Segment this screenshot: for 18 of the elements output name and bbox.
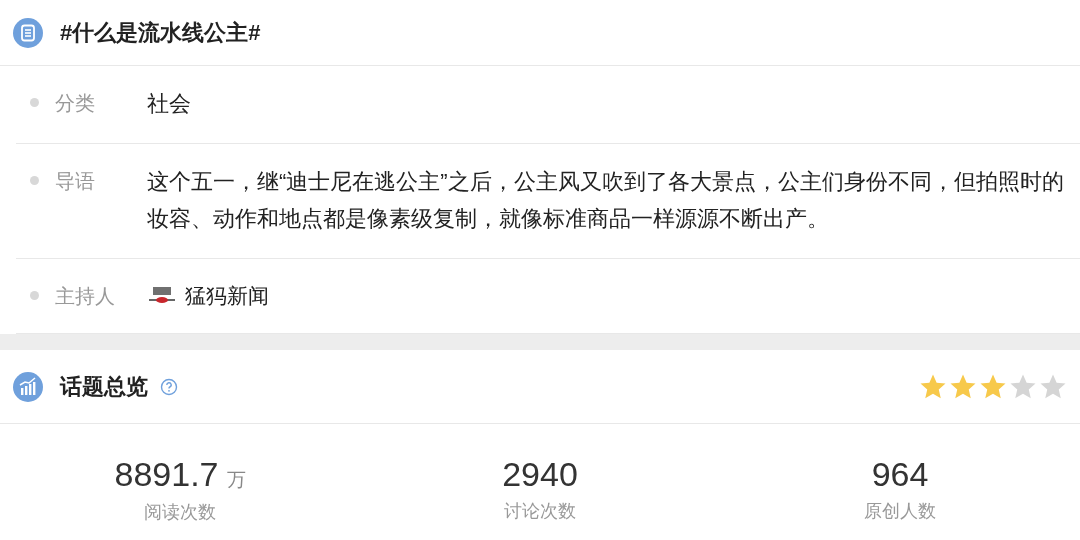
- row-value: 社会: [147, 90, 192, 118]
- row-label: 主持人: [55, 284, 116, 309]
- row-label: 分类: [55, 91, 96, 116]
- stat-label: 原创人数: [864, 500, 936, 523]
- row-value: 这个五一，继“迪士尼在逃公主”之后，公主风又吹到了各大景点，公主们身份不同，但拍照时的妆容、动作和地点都是像素级复制，就像标准商品一样源源不断出产。: [147, 168, 1065, 233]
- help-icon: [160, 377, 178, 396]
- stat-number: 2940: [502, 454, 578, 494]
- topic-title: #什么是流水线公主#: [60, 19, 261, 47]
- section-title: 话题总览: [60, 373, 148, 401]
- list-icon: [12, 16, 44, 49]
- stat-label: 讨论次数: [504, 500, 576, 523]
- stat-number: 8891.7: [114, 454, 219, 494]
- stat-label: 阅读次数: [144, 500, 216, 524]
- bar-chart-icon: [12, 370, 44, 403]
- stat-unit: 万: [226, 468, 246, 492]
- row-label: 导语: [55, 169, 96, 194]
- stat-number: 964: [871, 454, 929, 494]
- host-name: 猛犸新闻: [185, 283, 269, 309]
